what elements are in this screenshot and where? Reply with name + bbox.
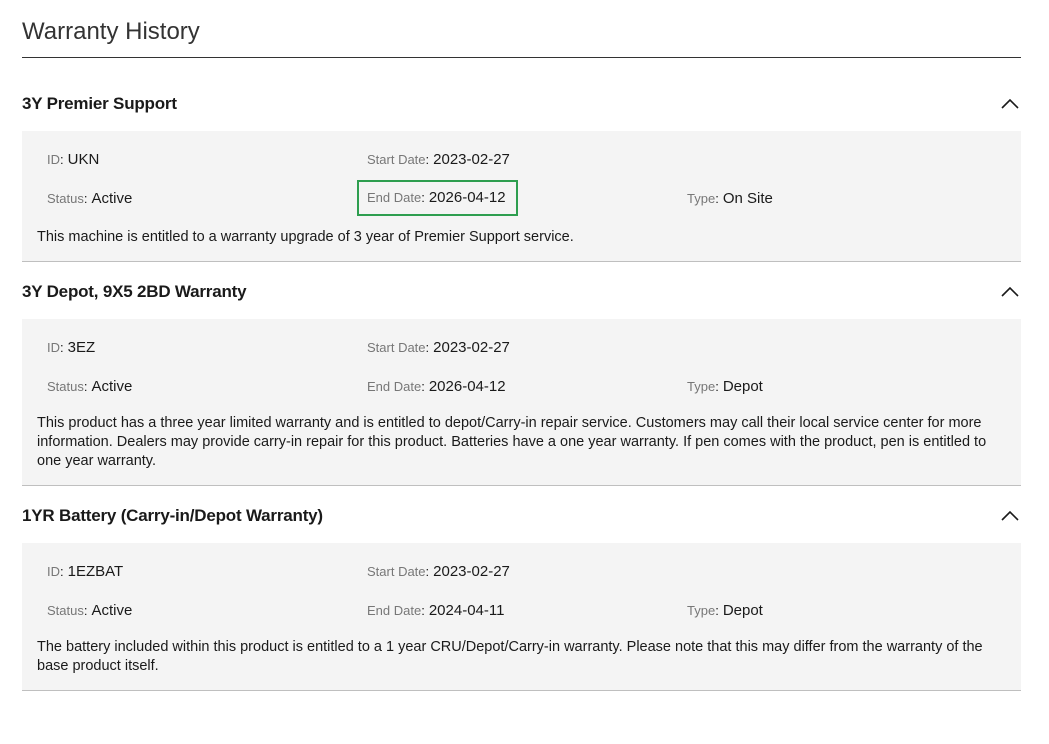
status-value: Active (91, 189, 133, 207)
start-date-field: Start Date: 2023-02-27 (367, 562, 510, 580)
id-value: 3EZ (67, 338, 96, 356)
id-field: ID: 3EZ (47, 338, 96, 356)
warranty-section-depot: 3Y Depot, 9X5 2BD Warranty ID: 3EZ Start… (22, 262, 1021, 486)
type-value: On Site (722, 189, 773, 207)
end-date-label: End Date (367, 378, 422, 394)
type-label: Type (687, 602, 716, 618)
status-label: Status (47, 378, 84, 394)
id-value: UKN (67, 150, 100, 168)
section-title: 3Y Premier Support (22, 93, 177, 113)
chevron-up-icon[interactable] (999, 281, 1021, 303)
start-date-label: Start Date (367, 563, 426, 579)
start-date-value: 2023-02-27 (433, 338, 510, 356)
end-date-value: 2024-04-11 (428, 601, 505, 619)
type-field: Type: Depot (687, 601, 763, 619)
end-date-field: End Date: 2026-04-12 (357, 180, 677, 216)
end-date-field: End Date: 2026-04-12 (367, 377, 506, 395)
section-title: 1YR Battery (Carry-in/Depot Warranty) (22, 505, 323, 525)
end-date-value: 2026-04-12 (428, 189, 506, 206)
warranty-description: The battery included within this product… (37, 639, 983, 674)
warranty-history-page: Warranty History 3Y Premier Support ID: … (22, 0, 1021, 691)
section-header-battery[interactable]: 1YR Battery (Carry-in/Depot Warranty) (22, 486, 1021, 543)
end-date-label: End Date (367, 190, 422, 205)
warranty-section-premier-support: 3Y Premier Support ID: UKN Start Date: 2… (22, 58, 1021, 262)
section-header-premier-support[interactable]: 3Y Premier Support (22, 58, 1021, 131)
status-field: Status: Active (47, 189, 133, 207)
start-date-value: 2023-02-27 (433, 150, 510, 168)
chevron-up-icon[interactable] (999, 505, 1021, 527)
status-field: Status: Active (47, 377, 133, 395)
end-date-field: End Date: 2024-04-11 (367, 601, 505, 619)
id-field: ID: 1EZBAT (47, 562, 124, 580)
id-field: ID: UKN (47, 150, 100, 168)
start-date-field: Start Date: 2023-02-27 (367, 338, 510, 356)
type-field: Type: On Site (687, 189, 773, 207)
warranty-description: This machine is entitled to a warranty u… (37, 229, 574, 245)
status-label: Status (47, 190, 84, 206)
status-field: Status: Active (47, 601, 133, 619)
end-date-value: 2026-04-12 (428, 377, 506, 395)
type-value: Depot (722, 601, 763, 619)
section-title: 3Y Depot, 9X5 2BD Warranty (22, 281, 247, 301)
status-value: Active (91, 377, 133, 395)
section-details: ID: UKN Start Date: 2023-02-27 Status: A… (22, 131, 1021, 261)
chevron-up-icon[interactable] (999, 93, 1021, 115)
id-label: ID (47, 563, 60, 579)
warranty-section-battery: 1YR Battery (Carry-in/Depot Warranty) ID… (22, 486, 1021, 691)
start-date-field: Start Date: 2023-02-27 (367, 150, 510, 168)
id-label: ID (47, 339, 60, 355)
end-date-label: End Date (367, 602, 422, 618)
type-field: Type: Depot (687, 377, 763, 395)
id-value: 1EZBAT (67, 562, 124, 580)
section-details: ID: 1EZBAT Start Date: 2023-02-27 Status… (22, 543, 1021, 690)
section-header-depot[interactable]: 3Y Depot, 9X5 2BD Warranty (22, 262, 1021, 319)
type-label: Type (687, 378, 716, 394)
warranty-description: This product has a three year limited wa… (37, 415, 987, 469)
start-date-value: 2023-02-27 (433, 562, 510, 580)
id-label: ID (47, 151, 60, 167)
start-date-label: Start Date (367, 339, 426, 355)
type-label: Type (687, 190, 716, 206)
type-value: Depot (722, 377, 763, 395)
status-value: Active (91, 601, 133, 619)
page-title: Warranty History (22, 0, 1021, 58)
start-date-label: Start Date (367, 151, 426, 167)
section-details: ID: 3EZ Start Date: 2023-02-27 Status: A… (22, 319, 1021, 485)
end-date-highlight: End Date: 2026-04-12 (357, 180, 518, 216)
status-label: Status (47, 602, 84, 618)
